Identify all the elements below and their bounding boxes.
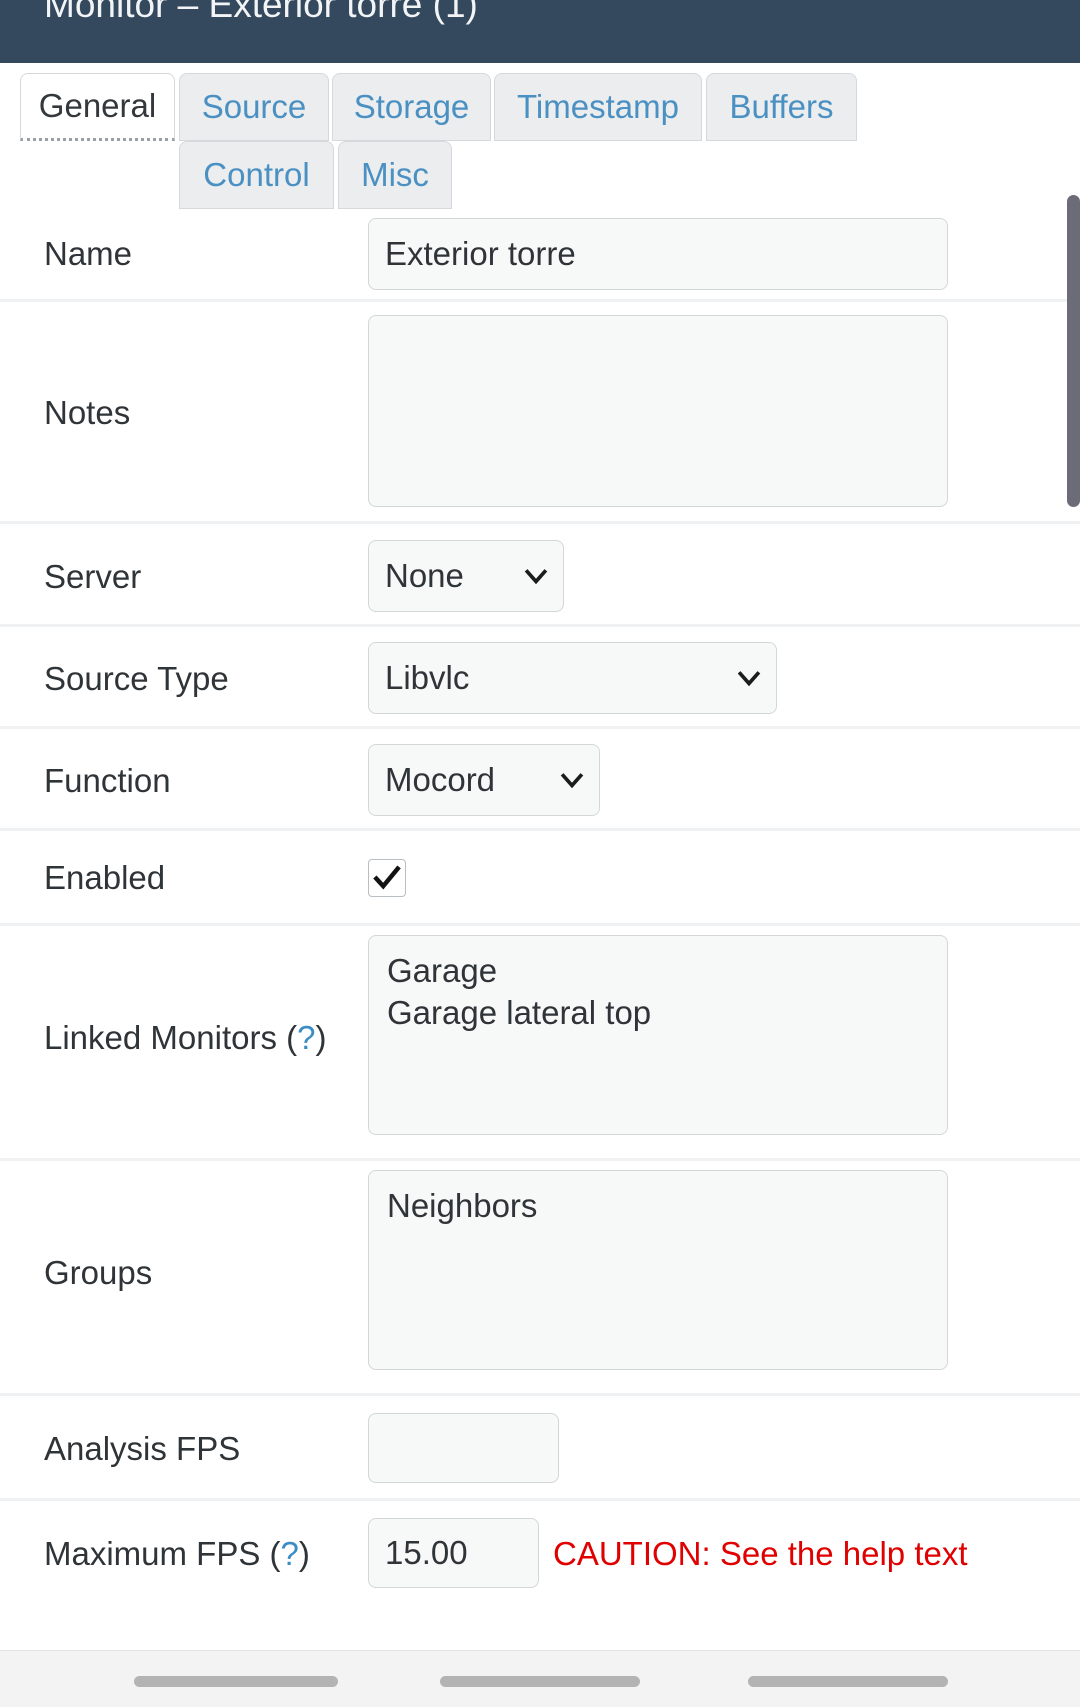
page-title: Monitor – Exterior torre (1) <box>44 0 478 25</box>
tab-bar: General Source Storage Timestamp Buffers… <box>0 63 1080 209</box>
checkmark-icon <box>372 863 402 893</box>
nav-pill-home[interactable] <box>440 1676 640 1687</box>
vertical-scrollbar-thumb[interactable] <box>1067 195 1080 507</box>
maximum-fps-caution-text: CAUTION: See the help text <box>553 1535 968 1572</box>
label-enabled: Enabled <box>44 859 166 896</box>
label-analysis-fps: Analysis FPS <box>44 1430 241 1467</box>
form-row-groups: Groups Neighbors <box>0 1158 1080 1393</box>
nav-pill-back[interactable] <box>134 1676 338 1687</box>
form-row-notes: Notes <box>0 299 1080 521</box>
form-row-maximum-fps: Maximum FPS (?) 15.00 CAUTION: See the h… <box>0 1498 1080 1603</box>
label-maximum-fps-text: Maximum FPS ( <box>44 1535 281 1572</box>
label-linked-monitors-text: Linked Monitors ( <box>44 1019 298 1056</box>
chevron-down-icon <box>736 665 762 691</box>
system-navigation-bar <box>0 1650 1080 1707</box>
source-type-select-value: Libvlc <box>385 659 470 696</box>
tab-source[interactable]: Source <box>179 73 329 141</box>
source-type-select[interactable]: Libvlc <box>368 642 777 714</box>
tab-general[interactable]: General <box>20 73 175 141</box>
tab-misc[interactable]: Misc <box>338 141 452 209</box>
maximum-fps-input[interactable]: 15.00 <box>368 1518 539 1588</box>
groups-list[interactable]: Neighbors <box>368 1170 948 1370</box>
analysis-fps-input[interactable] <box>368 1413 559 1483</box>
label-linked-monitors: Linked Monitors (?) <box>44 1019 326 1057</box>
help-link-maximum-fps[interactable]: ? <box>281 1535 299 1572</box>
form-row-enabled: Enabled <box>0 828 1080 923</box>
server-select-value: None <box>385 557 464 594</box>
tab-storage[interactable]: Storage <box>332 73 491 141</box>
chevron-down-icon <box>559 767 585 793</box>
function-select-value: Mocord <box>385 761 496 798</box>
notes-textarea[interactable] <box>368 315 948 507</box>
label-notes: Notes <box>44 394 131 431</box>
tab-buffers[interactable]: Buffers <box>706 73 857 141</box>
label-function: Function <box>44 762 171 799</box>
vertical-scrollbar-track[interactable] <box>1066 190 1080 1510</box>
linked-monitors-list[interactable]: Garage Garage lateral top <box>368 935 948 1135</box>
label-maximum-fps: Maximum FPS (?) <box>44 1535 310 1573</box>
chevron-down-icon <box>523 563 549 589</box>
help-link-linked-monitors[interactable]: ? <box>297 1019 315 1056</box>
form-row-server: Server None <box>0 521 1080 624</box>
label-server: Server <box>44 558 142 595</box>
form-row-function: Function Mocord <box>0 726 1080 828</box>
form-row-linked-monitors: Linked Monitors (?) Garage Garage latera… <box>0 923 1080 1158</box>
monitor-general-form: Name Exterior torre Notes Server None So… <box>0 209 1080 1650</box>
label-maximum-fps-paren: ) <box>298 1535 310 1572</box>
label-linked-monitors-paren: ) <box>315 1019 327 1056</box>
label-groups: Groups <box>44 1254 153 1291</box>
name-input[interactable]: Exterior torre <box>368 218 948 290</box>
label-source-type: Source Type <box>44 660 229 697</box>
app-root: Monitor – Exterior torre (1) General Sou… <box>0 0 1080 1707</box>
enabled-checkbox[interactable] <box>368 859 406 897</box>
tab-timestamp[interactable]: Timestamp <box>494 73 702 141</box>
form-row-name: Name Exterior torre <box>0 209 1080 299</box>
tab-control[interactable]: Control <box>179 141 334 209</box>
server-select[interactable]: None <box>368 540 564 612</box>
app-header: Monitor – Exterior torre (1) <box>0 0 1080 63</box>
form-row-source-type: Source Type Libvlc <box>0 624 1080 726</box>
nav-pill-recents[interactable] <box>748 1676 948 1687</box>
form-row-analysis-fps: Analysis FPS <box>0 1393 1080 1498</box>
label-name: Name <box>44 235 133 272</box>
function-select[interactable]: Mocord <box>368 744 600 816</box>
